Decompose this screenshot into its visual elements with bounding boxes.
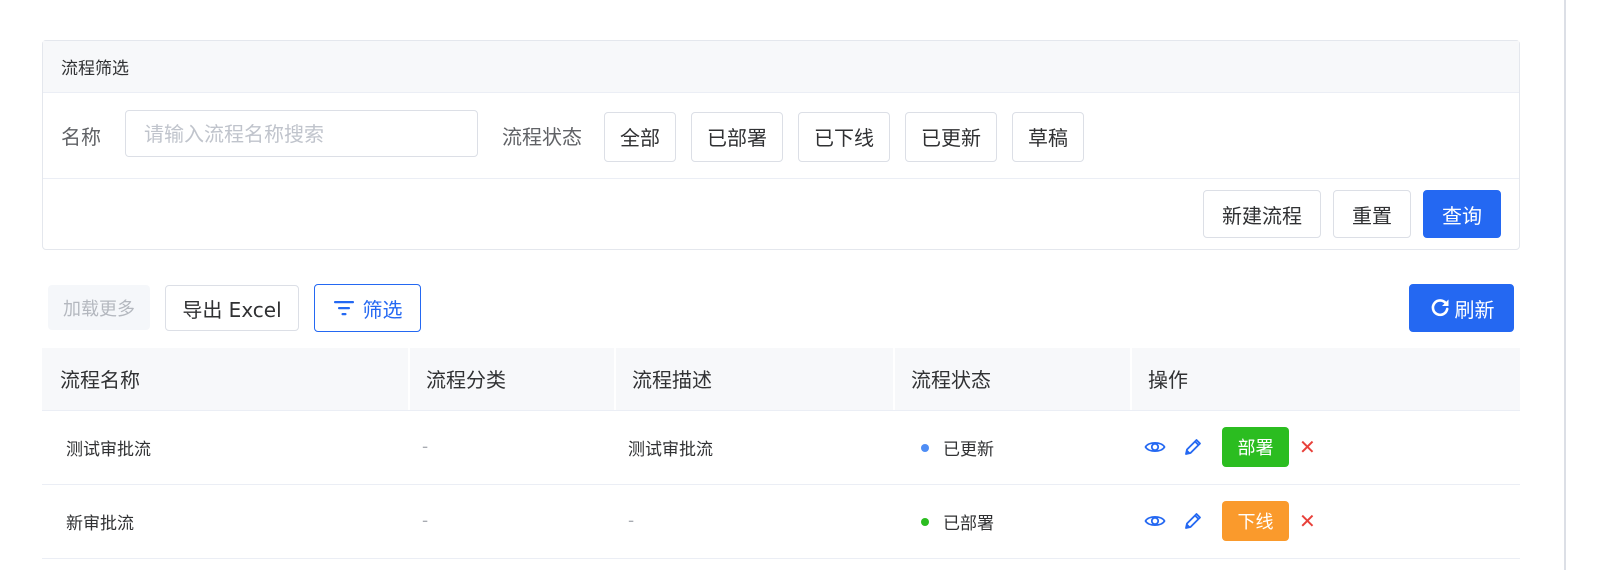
status-option-draft[interactable]: 草稿: [1012, 111, 1084, 162]
column-header-actions: 操作: [1130, 348, 1520, 411]
edit-icon[interactable]: [1182, 436, 1204, 458]
refresh-button[interactable]: 刷新: [1409, 284, 1514, 332]
table-header-row: 流程名称 流程分类 流程描述 流程状态 操作: [42, 348, 1520, 411]
row-category: -: [408, 484, 614, 559]
row-name: 测试审批流: [42, 410, 408, 485]
status-option-offline[interactable]: 已下线: [798, 111, 890, 162]
filter-icon: [333, 299, 355, 317]
row-actions: 部署 ✕: [1130, 410, 1520, 485]
row-status: 已部署: [893, 484, 1130, 559]
row-description: -: [614, 484, 893, 559]
name-label: 名称: [61, 125, 101, 149]
row-name: 新审批流: [42, 484, 408, 559]
new-process-button[interactable]: 新建流程: [1203, 190, 1321, 238]
column-header-category[interactable]: 流程分类: [408, 348, 614, 411]
filter-button-label: 筛选: [362, 297, 403, 322]
status-option-all[interactable]: 全部: [604, 111, 676, 162]
row-status: 已更新: [893, 410, 1130, 485]
row-description: 测试审批流: [614, 410, 893, 485]
edit-icon[interactable]: [1182, 510, 1204, 532]
query-button[interactable]: 查询: [1423, 190, 1501, 238]
row-status-text: 已更新: [943, 439, 994, 460]
row-category: -: [408, 410, 614, 485]
status-label: 流程状态: [502, 125, 582, 149]
column-header-description[interactable]: 流程描述: [614, 348, 893, 411]
table-row: 新审批流 - - 已部署 下线 ✕: [42, 484, 1520, 559]
status-dot-icon: [921, 443, 929, 452]
process-table: 流程名称 流程分类 流程描述 流程状态 操作 测试审批流 - 测试审批流 已更新: [42, 348, 1520, 559]
status-dot-icon: [921, 517, 929, 526]
reset-button[interactable]: 重置: [1333, 190, 1411, 238]
status-option-updated[interactable]: 已更新: [905, 111, 997, 162]
refresh-button-label: 刷新: [1454, 297, 1495, 322]
filter-panel: 流程筛选 名称 流程状态 全部 已部署 已下线 已更新 草稿 新建流程 重置 查…: [42, 40, 1520, 250]
table-row: 测试审批流 - 测试审批流 已更新 部署 ✕: [42, 410, 1520, 485]
view-icon[interactable]: [1144, 510, 1166, 532]
export-excel-button[interactable]: 导出 Excel: [165, 285, 299, 331]
row-status-text: 已部署: [943, 513, 994, 534]
filter-fields-row: 名称 流程状态 全部 已部署 已下线 已更新 草稿: [43, 93, 1519, 179]
offline-button[interactable]: 下线: [1222, 501, 1289, 541]
row-actions: 下线 ✕: [1130, 484, 1520, 559]
page-scrollbar[interactable]: [1564, 0, 1566, 570]
filter-button[interactable]: 筛选: [314, 284, 421, 332]
filter-actions: 新建流程 重置 查询: [43, 179, 1519, 249]
column-header-name[interactable]: 流程名称: [42, 348, 408, 411]
view-icon[interactable]: [1144, 436, 1166, 458]
name-search-input[interactable]: [125, 110, 478, 157]
load-more-button[interactable]: 加载更多: [48, 285, 150, 330]
delete-icon[interactable]: ✕: [1299, 437, 1316, 457]
deploy-button[interactable]: 部署: [1222, 427, 1289, 467]
column-header-status[interactable]: 流程状态: [893, 348, 1130, 411]
filter-panel-title: 流程筛选: [43, 41, 1519, 93]
status-option-deployed[interactable]: 已部署: [691, 111, 783, 162]
delete-icon[interactable]: ✕: [1299, 511, 1316, 531]
refresh-icon: [1429, 297, 1451, 319]
table-toolbar: 加载更多 导出 Excel 筛选 刷新: [48, 284, 1514, 332]
